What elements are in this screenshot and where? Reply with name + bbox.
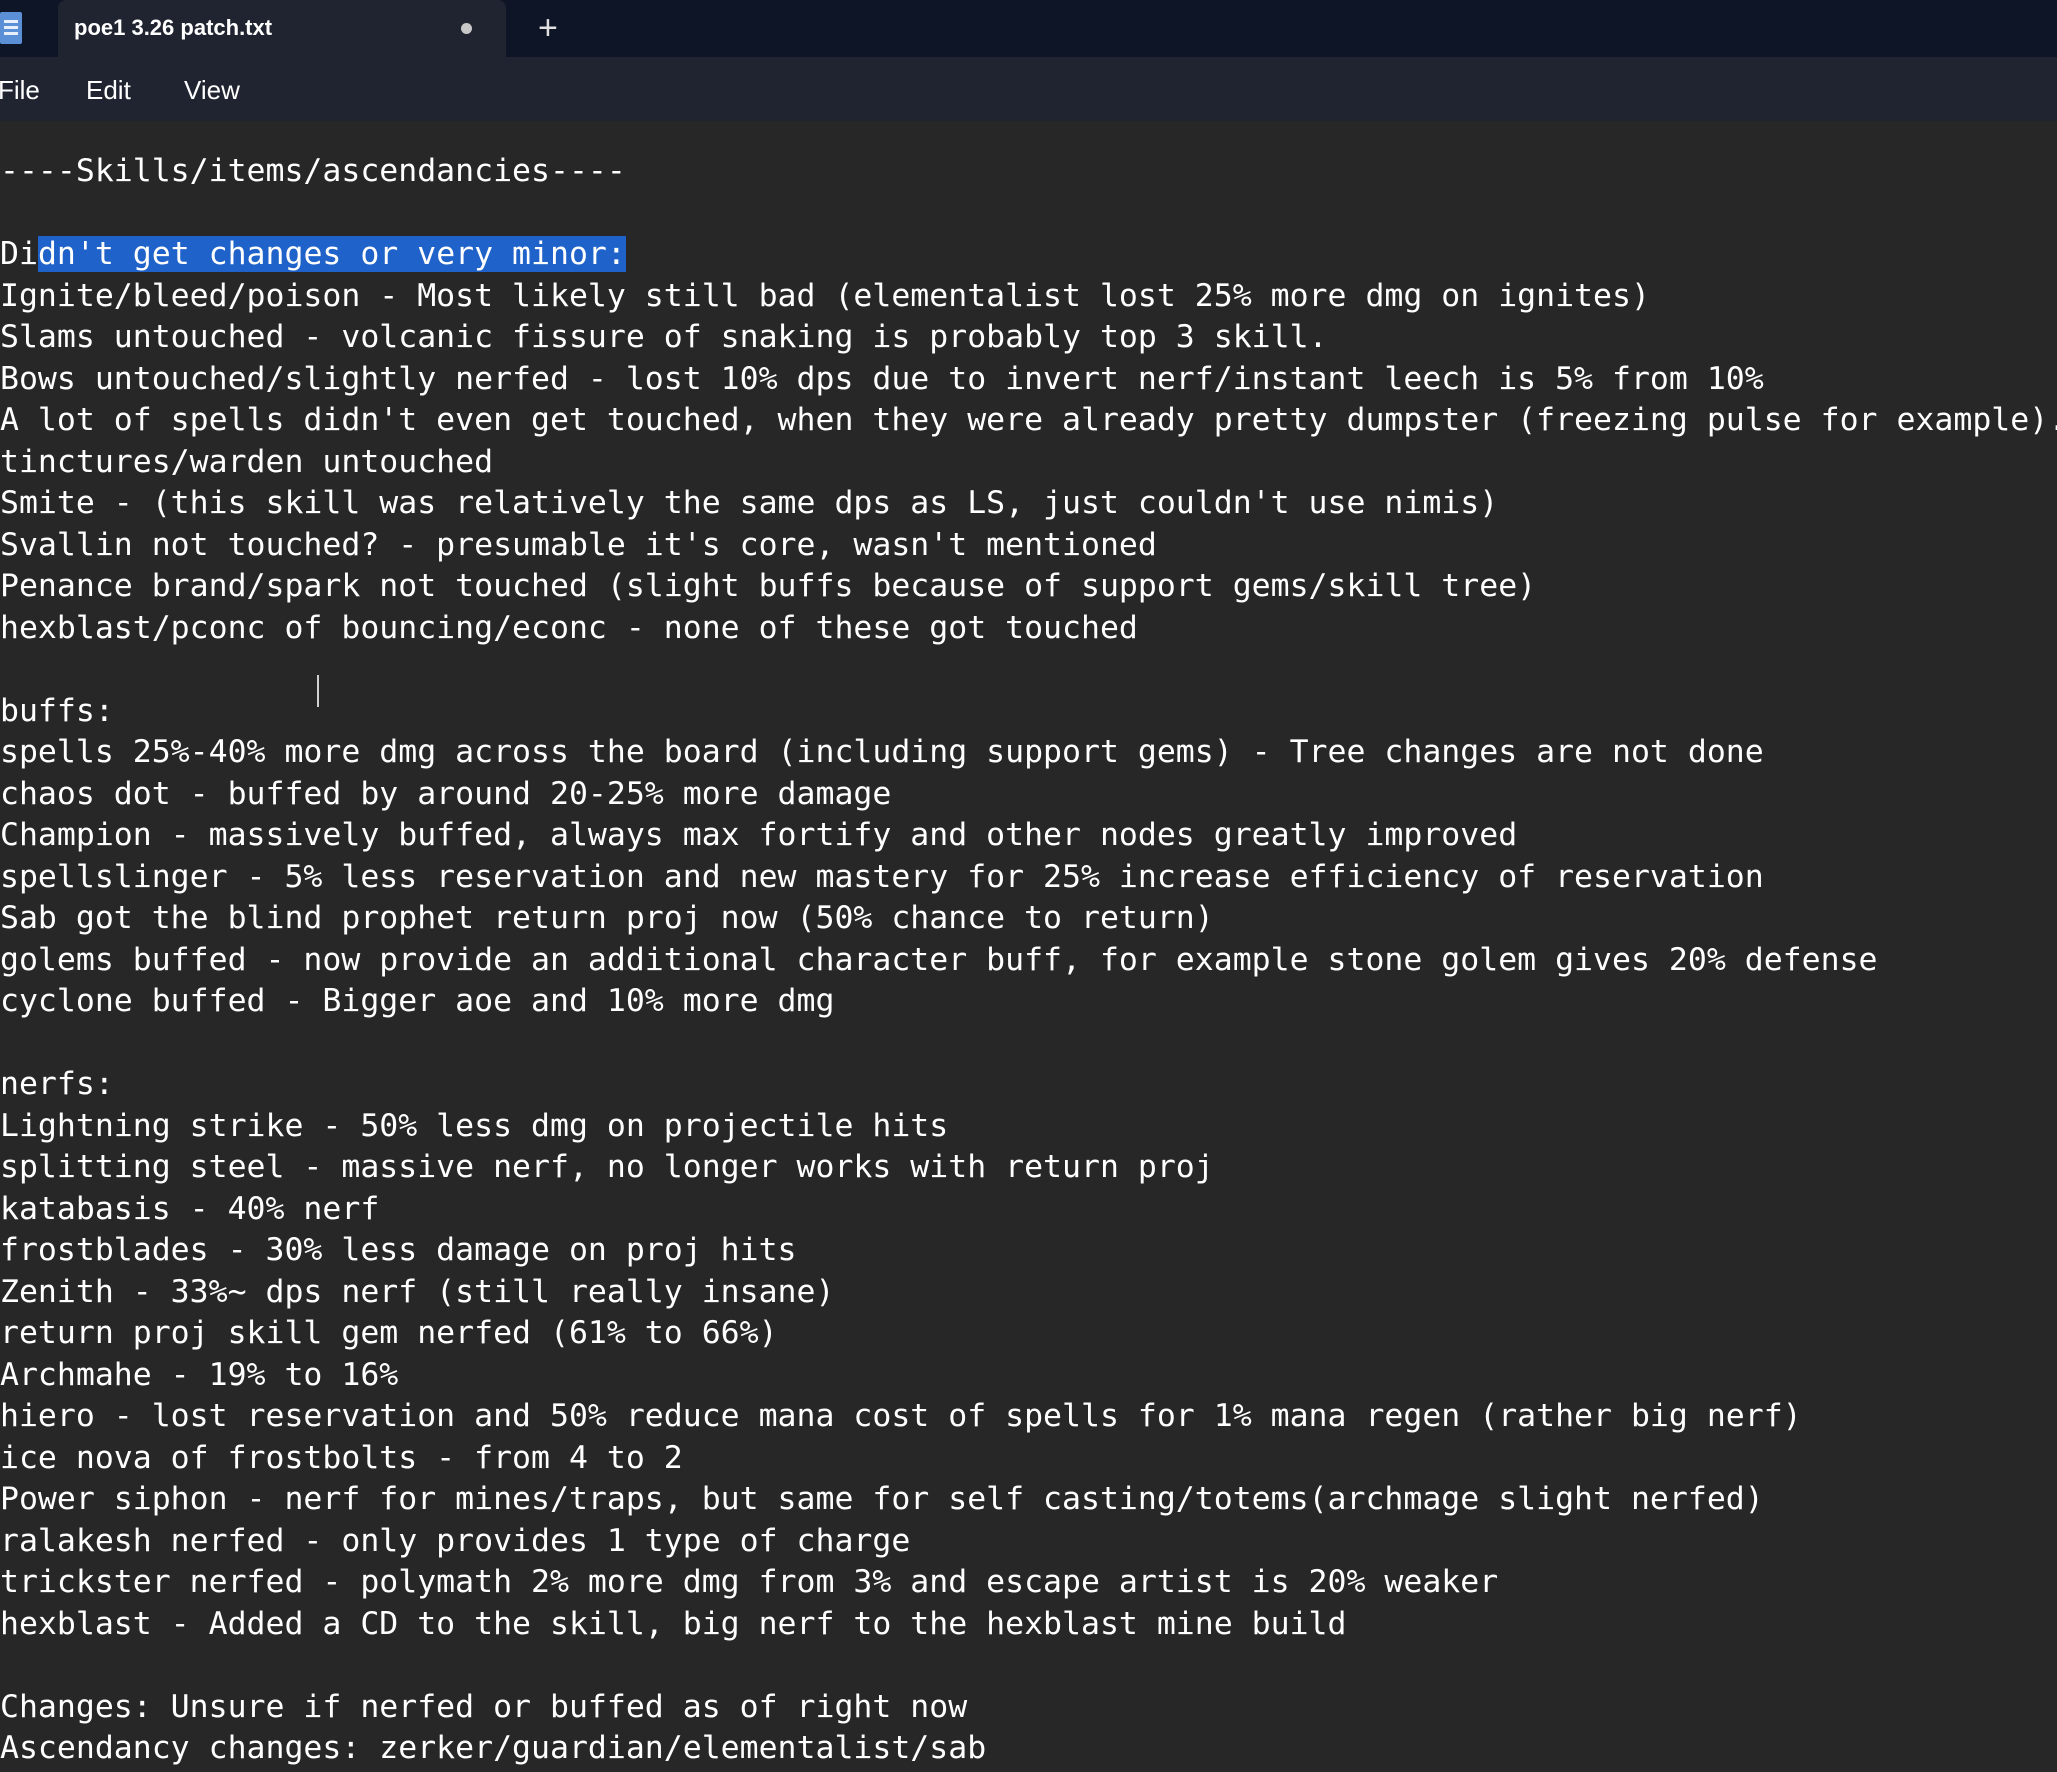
tab-title: poe1 3.26 patch.txt [74,15,273,40]
unsaved-dot-icon[interactable] [461,23,472,34]
text-line[interactable]: Ascendancy changes: zerker/guardian/elem… [0,1728,986,1770]
text-line[interactable]: Bows untouched/slightly nerfed - lost 10… [0,359,1764,401]
text-line[interactable]: nerfs: [0,1064,114,1106]
menu-file[interactable]: File [0,75,40,106]
text-line[interactable]: hexblast - Added a CD to the skill, big … [0,1604,1347,1646]
text-line[interactable]: Slams untouched - volcanic fissure of sn… [0,317,1328,359]
text-line[interactable]: Archmahe - 19% to 16% [0,1355,398,1397]
text-line[interactable]: katabasis - 40% nerf [0,1189,379,1231]
text-line[interactable]: hexblast/pconc of bouncing/econc - none … [0,608,1138,650]
text-line[interactable]: buffs: [0,691,114,733]
text-line[interactable]: Zenith - 33%~ dps nerf (still really ins… [0,1272,834,1314]
text-line[interactable]: Didn't get changes or very minor: [0,234,626,276]
tab-document[interactable]: poe1 3.26 patch.txt [58,0,506,57]
text-line[interactable]: chaos dot - buffed by around 20-25% more… [0,774,891,816]
text-line[interactable]: trickster nerfed - polymath 2% more dmg … [0,1562,1498,1604]
text-line[interactable]: Changes: Unsure if nerfed or buffed as o… [0,1687,967,1729]
text-line[interactable]: Champion - massively buffed, always max … [0,815,1517,857]
text-line[interactable]: ----Skills/items/ascendancies---- [0,151,626,193]
new-tab-button[interactable]: + [538,8,558,48]
text-line[interactable]: Power siphon - nerf for mines/traps, but… [0,1479,1764,1521]
text-line[interactable]: ralakesh nerfed - only provides 1 type o… [0,1521,910,1563]
text-line[interactable]: spellslinger - 5% less reservation and n… [0,857,1764,899]
text-line[interactable]: A lot of spells didn't even get touched,… [0,400,2057,442]
text-line[interactable]: Smite - (this skill was relatively the s… [0,483,1498,525]
selected-text[interactable]: dn't get changes or very minor: [37,236,626,272]
text-line[interactable]: Sab got the blind prophet return proj no… [0,898,1214,940]
text-line[interactable]: frostblades - 30% less damage on proj hi… [0,1230,797,1272]
text-line[interactable]: tinctures/warden untouched [0,442,493,484]
text-cursor [317,675,319,707]
text-line[interactable]: Ignite/bleed/poison - Most likely still … [0,276,1650,318]
text-line[interactable]: ice nova of frostbolts - from 4 to 2 [0,1438,683,1480]
menu-edit[interactable]: Edit [86,75,131,106]
title-bar: poe1 3.26 patch.txt + [0,0,2057,57]
text-line[interactable]: golems buffed - now provide an additiona… [0,940,1878,982]
menu-bar: File Edit View [0,57,2057,121]
text-line[interactable]: splitting steel - massive nerf, no longe… [0,1147,1214,1189]
text-line[interactable]: Lightning strike - 50% less dmg on proje… [0,1106,948,1148]
notepad-icon [0,12,22,44]
text-line[interactable]: Svallin not touched? - presumable it's c… [0,525,1157,567]
line-text-before-selection: Di [0,236,38,272]
text-line[interactable]: return proj skill gem nerfed (61% to 66%… [0,1313,778,1355]
text-line[interactable]: cyclone buffed - Bigger aoe and 10% more… [0,981,834,1023]
text-line[interactable]: spells 25%-40% more dmg across the board… [0,732,1764,774]
text-line[interactable]: Penance brand/spark not touched (slight … [0,566,1536,608]
menu-view[interactable]: View [184,75,240,106]
text-editor[interactable]: ----Skills/items/ascendancies---- Didn't … [0,121,2057,1772]
text-line[interactable]: hiero - lost reservation and 50% reduce … [0,1396,1802,1438]
